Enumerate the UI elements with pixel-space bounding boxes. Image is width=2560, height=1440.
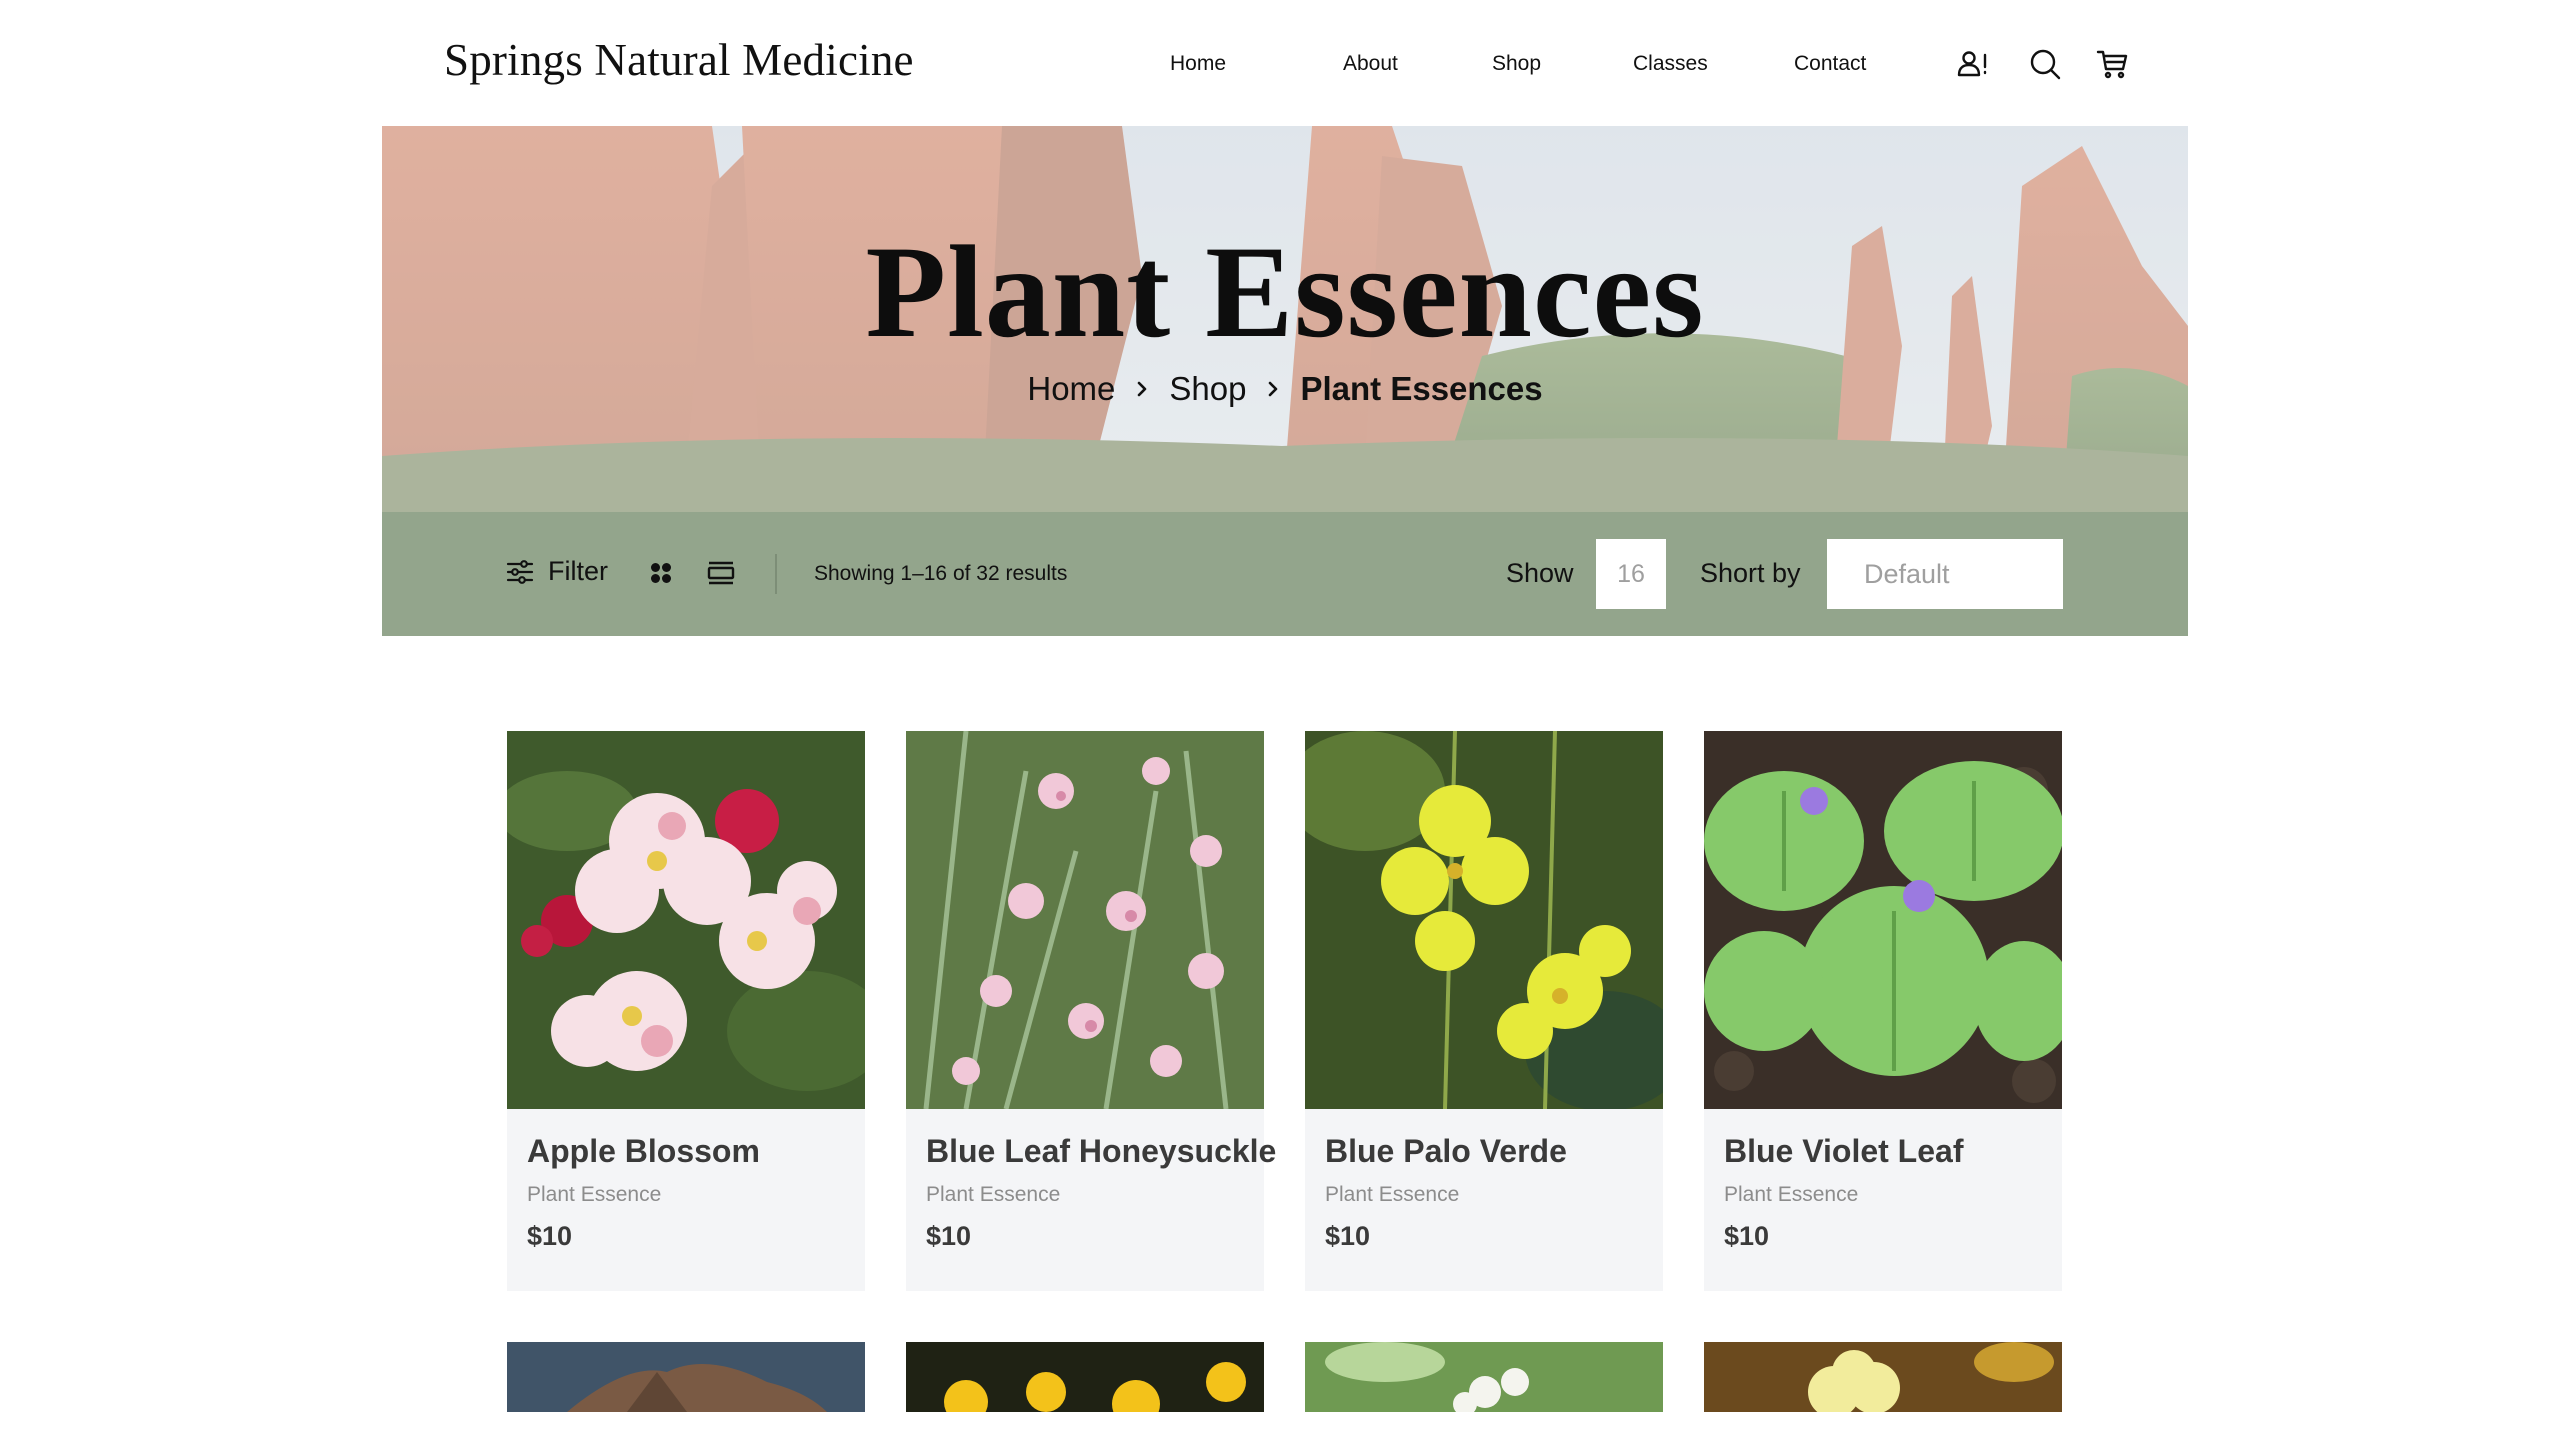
product-image[interactable] — [1704, 1342, 2062, 1412]
product-category: Plant Essence — [1724, 1183, 1859, 1206]
results-count: Showing 1–16 of 32 results — [814, 562, 1068, 585]
product-price: $10 — [1724, 1221, 1770, 1251]
filter-button[interactable]: Filter — [506, 556, 608, 587]
nav-about[interactable]: About — [1343, 52, 1398, 76]
product-image[interactable] — [906, 1342, 1264, 1412]
chevron-right-icon — [1133, 380, 1151, 398]
breadcrumb-current: Plant Essences — [1300, 370, 1543, 407]
product-category: Plant Essence — [527, 1183, 662, 1206]
nav-classes[interactable]: Classes — [1633, 52, 1708, 76]
sort-label: Short by — [1700, 558, 1801, 588]
product-image[interactable] — [1305, 1342, 1663, 1412]
product-name[interactable]: Blue Palo Verde — [1325, 1133, 1567, 1170]
product-card[interactable] — [507, 1342, 865, 1412]
main-nav: Home About Shop Classes Contact — [0, 52, 2560, 82]
product-price: $10 — [1325, 1221, 1371, 1251]
product-image[interactable] — [1305, 731, 1663, 1109]
breadcrumb-home[interactable]: Home — [1027, 370, 1115, 408]
page-title: Plant Essences — [865, 218, 1705, 365]
product-category: Plant Essence — [1325, 1183, 1460, 1206]
grid-view-icon[interactable] — [644, 556, 678, 590]
product-category: Plant Essence — [926, 1183, 1061, 1206]
product-image[interactable] — [906, 731, 1264, 1109]
shop-toolbar: Filter Showing 1–16 of 32 results Show S… — [382, 512, 2188, 636]
sliders-icon — [506, 559, 534, 584]
product-card[interactable]: Blue Palo Verde Plant Essence $10 — [1305, 731, 1663, 1291]
product-card[interactable] — [906, 1342, 1264, 1412]
sort-select[interactable]: Default — [1827, 539, 2063, 609]
product-card[interactable]: Blue Leaf Honeysuckle Plant Essence $10 — [906, 731, 1276, 1291]
product-card[interactable]: Blue Violet Leaf Plant Essence $10 — [1704, 731, 2062, 1291]
product-name[interactable]: Blue Leaf Honeysuckle — [926, 1133, 1276, 1170]
product-name[interactable]: Apple Blossom — [527, 1133, 760, 1170]
account-alert-icon[interactable] — [1953, 44, 1993, 84]
per-page-input[interactable] — [1596, 539, 1666, 609]
product-card[interactable]: Apple Blossom Plant Essence $10 — [507, 731, 865, 1291]
nav-shop[interactable]: Shop — [1492, 52, 1541, 76]
search-icon[interactable] — [2025, 44, 2065, 84]
product-price: $10 — [527, 1221, 573, 1251]
nav-contact[interactable]: Contact — [1794, 52, 1866, 76]
product-card[interactable] — [1704, 1342, 2062, 1412]
breadcrumb: Home Shop Plant Essences — [382, 370, 2188, 408]
toolbar-divider — [775, 554, 777, 594]
page-hero: Plant Essences Home Shop Plant Essences — [382, 126, 2188, 512]
cart-icon[interactable] — [2093, 44, 2133, 84]
product-card[interactable] — [1305, 1342, 1663, 1412]
chevron-right-icon — [1264, 380, 1282, 398]
nav-home[interactable]: Home — [1170, 52, 1226, 76]
breadcrumb-shop[interactable]: Shop — [1169, 370, 1246, 408]
product-price: $10 — [926, 1221, 972, 1251]
product-image[interactable] — [1704, 731, 2062, 1109]
filter-label: Filter — [548, 556, 608, 586]
show-label: Show — [1506, 558, 1574, 588]
site-header: Springs Natural Medicine Home About Shop… — [0, 0, 2560, 126]
product-image[interactable] — [507, 731, 865, 1109]
product-name[interactable]: Blue Violet Leaf — [1724, 1133, 1963, 1170]
list-view-icon[interactable] — [704, 556, 738, 590]
product-image[interactable] — [507, 1342, 865, 1412]
